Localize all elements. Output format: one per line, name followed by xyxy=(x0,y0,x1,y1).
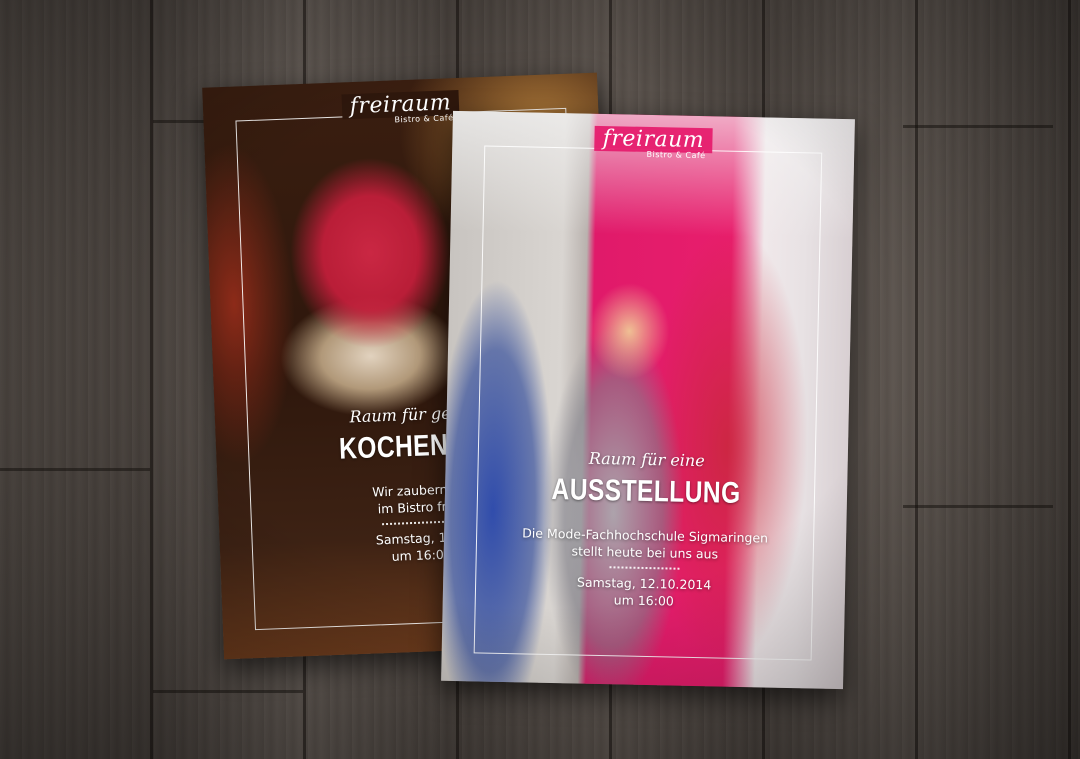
wood-seam xyxy=(153,690,303,693)
dotted-divider xyxy=(381,520,452,526)
wood-seam xyxy=(903,125,1053,128)
dotted-divider xyxy=(609,566,680,570)
wood-seam xyxy=(0,468,150,471)
wood-seam xyxy=(903,505,1053,508)
flyer-ausstellung-text: Raum für eine AUSSTELLUNG Die Mode-Fachh… xyxy=(443,446,848,613)
flyer-description: Die Mode-Fachhochschule Sigmaringen stel… xyxy=(444,523,847,565)
flyer-headline: AUSSTELLUNG xyxy=(551,473,741,510)
flyer-ausstellung: freiraum Bistro & Café Raum für eine AUS… xyxy=(441,110,855,690)
